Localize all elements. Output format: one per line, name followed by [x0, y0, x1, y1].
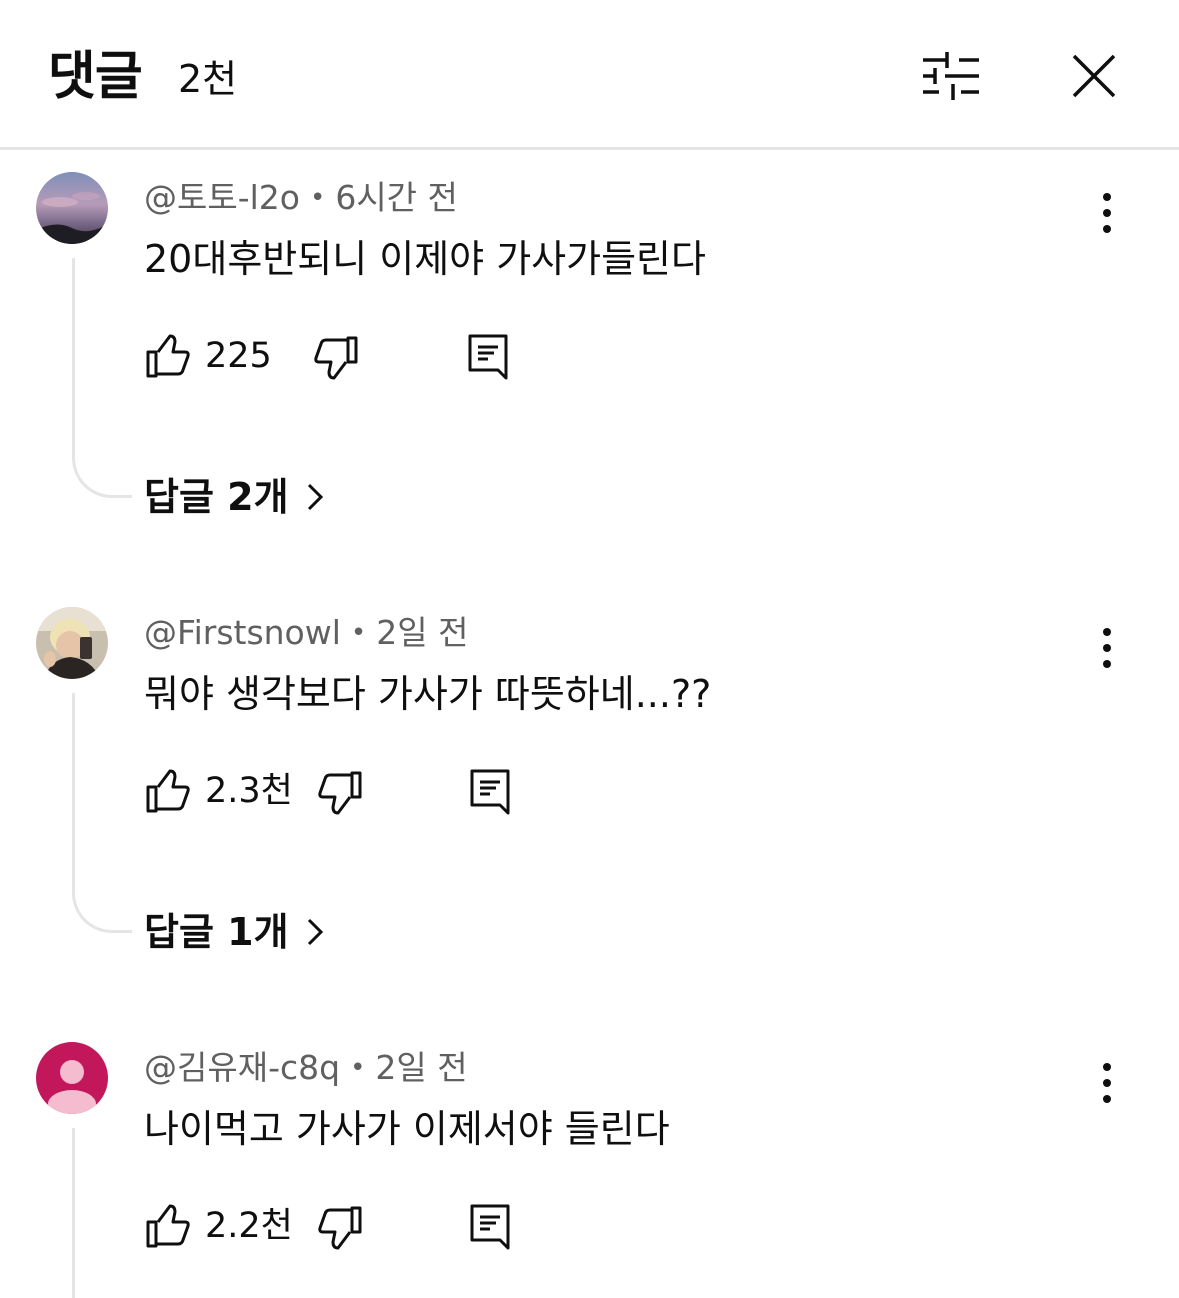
comment-icon — [470, 1204, 510, 1250]
comment-text: 뭐야 생각보다 가사가 따뜻하네...?? — [144, 672, 712, 716]
thumbs-down-icon — [318, 771, 362, 815]
comment-icon — [470, 769, 510, 815]
comment-icon — [468, 334, 508, 380]
close-icon — [1072, 54, 1116, 98]
sunset-sky-photo — [36, 172, 108, 244]
comment-author[interactable]: @김유재-c8q — [144, 1048, 340, 1087]
more-options-button[interactable] — [1080, 1056, 1134, 1110]
like-count: 2.2천 — [205, 1206, 293, 1246]
close-button[interactable] — [1058, 40, 1130, 112]
comment-actions: 2.3천 — [144, 767, 564, 817]
default-person-avatar — [36, 1042, 108, 1114]
thumbs-up-icon — [146, 334, 190, 378]
comment-text: 20대후반되니 이제야 가사가들린다 — [144, 237, 706, 281]
sort-filter-button[interactable] — [915, 40, 987, 112]
view-replies-link[interactable]: 답글 1개 — [144, 907, 327, 957]
more-vertical-icon — [1103, 628, 1111, 668]
more-vertical-icon — [1103, 1063, 1111, 1103]
dislike-button[interactable] — [316, 1204, 364, 1252]
comment-meta: @Firstsnowl • 2일 전 — [144, 611, 468, 658]
reply-button[interactable] — [466, 1202, 514, 1252]
sliders-icon — [923, 52, 979, 100]
comment-time: 6시간 전 — [335, 178, 458, 217]
like-button[interactable] — [144, 1202, 192, 1250]
comment-item: @토토-l2o • 6시간 전 20대후반되니 이제야 가사가들린다 225 답… — [0, 172, 1179, 552]
separator-dot: • — [350, 1053, 366, 1083]
separator-dot: • — [350, 618, 367, 648]
comment-actions: 2.2천 — [144, 1202, 564, 1252]
avatar[interactable] — [36, 1042, 108, 1114]
comment-item: @Firstsnowl • 2일 전 뭐야 생각보다 가사가 따뜻하네...?? 2… — [0, 607, 1179, 987]
chevron-right-icon — [307, 918, 323, 945]
more-vertical-icon — [1103, 193, 1111, 233]
comment-item: @김유재-c8q • 2일 전 나이먹고 가사가 이제서야 들린다 2.2천 — [0, 1042, 1179, 1298]
thumbs-down-icon — [318, 1206, 362, 1250]
more-options-button[interactable] — [1080, 186, 1134, 240]
comment-author[interactable]: @토토-l2o — [144, 178, 300, 217]
comment-meta: @김유재-c8q • 2일 전 — [144, 1046, 468, 1093]
like-count: 225 — [205, 336, 272, 376]
comments-title: 댓글 — [48, 47, 143, 107]
like-button[interactable] — [144, 332, 192, 380]
thread-line — [72, 258, 132, 498]
thread-line — [72, 693, 132, 933]
thumbs-up-icon — [146, 769, 190, 813]
thumbs-up-icon — [146, 1204, 190, 1248]
comments-header: 댓글 2천 — [0, 0, 1179, 150]
avatar[interactable] — [36, 172, 108, 244]
dislike-button[interactable] — [312, 334, 360, 382]
like-button[interactable] — [144, 767, 192, 815]
reply-button[interactable] — [466, 767, 514, 817]
comment-meta: @토토-l2o • 6시간 전 — [144, 176, 458, 223]
comment-time: 2일 전 — [375, 1048, 468, 1087]
avatar[interactable] — [36, 607, 108, 679]
thumbs-down-icon — [314, 336, 358, 380]
reply-button[interactable] — [464, 332, 512, 382]
dislike-button[interactable] — [316, 769, 364, 817]
replies-count-label: 답글 1개 — [144, 910, 289, 954]
chevron-right-icon — [307, 483, 323, 510]
comment-actions: 225 — [144, 332, 564, 382]
more-options-button[interactable] — [1080, 621, 1134, 675]
thread-line — [72, 1128, 132, 1298]
comment-author[interactable]: @Firstsnowl — [144, 613, 341, 652]
view-replies-link[interactable]: 답글 2개 — [144, 472, 327, 522]
comment-text: 나이먹고 가사가 이제서야 들린다 — [144, 1107, 670, 1151]
separator-dot: • — [309, 183, 326, 213]
like-count: 2.3천 — [205, 771, 293, 811]
comment-time: 2일 전 — [376, 613, 469, 652]
person-selfie-photo — [36, 607, 108, 679]
replies-count-label: 답글 2개 — [144, 475, 289, 519]
comments-count: 2천 — [178, 57, 238, 101]
